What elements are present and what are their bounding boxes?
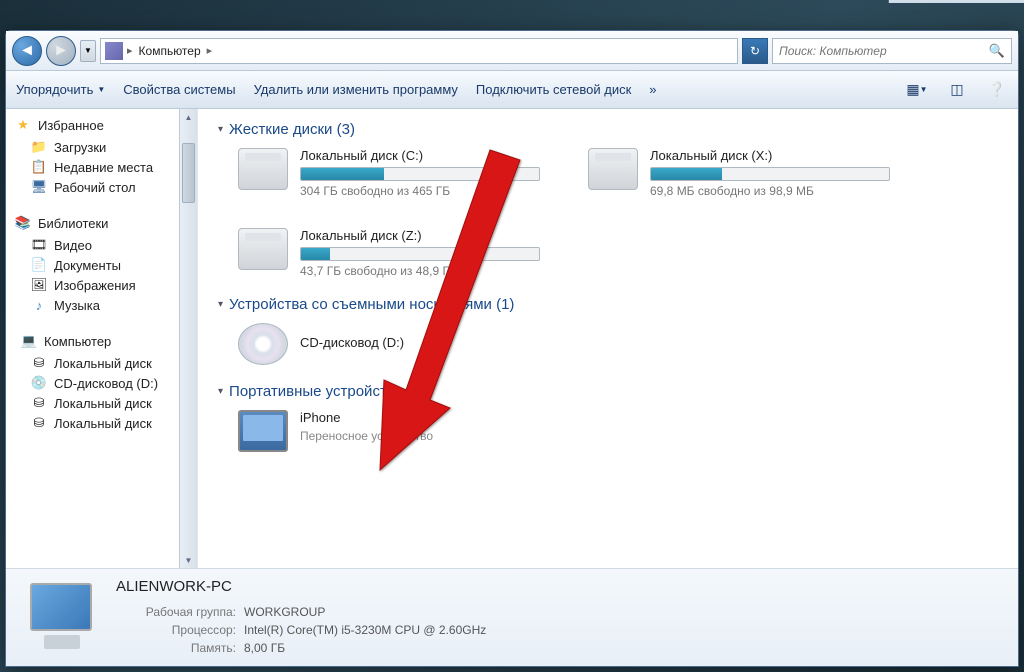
capacity-bar [650,167,890,181]
image-icon: 🖼 [30,277,48,293]
collapse-icon: ▾ [218,299,223,310]
music-icon: ♪ [30,297,48,313]
workgroup-label: Рабочая группа: [116,603,236,621]
collapse-icon: ▾ [218,124,223,135]
drive-free-text: 304 ГБ свободно из 465 ГБ [300,184,558,198]
drive-free-text: 43,7 ГБ свободно из 48,9 ГБ [300,264,558,278]
recent-icon: 📋 [30,159,48,175]
nav-bar: ◄ ► ▼ ▸ Компьютер ▸ ↻ 🔍 [6,31,1018,71]
section-hard-drives[interactable]: ▾Жесткие диски (3) [218,121,998,138]
breadcrumb-sep: ▸ [127,44,133,57]
drive-cd[interactable]: CD-дисковод (D:) [238,323,558,365]
libraries-group[interactable]: 📚Библиотеки [14,211,197,235]
cpu-label: Процессор: [116,621,236,639]
drive-x[interactable]: Локальный диск (X:) 69,8 МБ свободно из … [588,148,908,198]
scroll-down-icon[interactable]: ▼ [180,552,197,568]
breadcrumb-computer[interactable]: Компьютер [137,44,203,58]
window-titlebar: ─ ☐ ✕ [888,0,1024,3]
explorer-window: ◄ ► ▼ ▸ Компьютер ▸ ↻ 🔍 Упорядочить▼ Сво… [5,30,1019,667]
sidebar-images[interactable]: 🖼Изображения [14,275,197,295]
ram-label: Память: [116,639,236,657]
video-icon: 🎞 [30,237,48,253]
computer-group[interactable]: 💻Компьютер [14,329,197,353]
help-icon[interactable]: ❔ [986,79,1008,101]
hdd-icon [588,148,638,190]
address-bar[interactable]: ▸ Компьютер ▸ [100,38,738,64]
device-subtitle: Переносное устройство [300,429,558,443]
nav-history-dropdown[interactable]: ▼ [80,40,96,62]
drive-c[interactable]: Локальный диск (C:) 304 ГБ свободно из 4… [238,148,558,198]
sidebar-desktop[interactable]: 🖥Рабочий стол [14,177,197,197]
cd-icon: 💿 [30,375,48,391]
drive-label: Локальный диск (Z:) [300,228,558,243]
breadcrumb-sep: ▸ [207,44,213,57]
scroll-thumb[interactable] [182,143,195,203]
capacity-bar [300,247,540,261]
preview-pane-icon[interactable]: ◫ [946,79,968,101]
sidebar-local-disk[interactable]: ⛁Локальный диск [14,413,197,433]
forward-button[interactable]: ► [46,36,76,66]
drive-label: CD-дисковод (D:) [300,335,558,350]
computer-icon: 💻 [20,332,38,350]
desktop-icon: 🖥 [30,179,48,195]
computer-large-icon [22,579,100,657]
sidebar-recent[interactable]: 📋Недавние места [14,157,197,177]
sidebar-downloads[interactable]: 📁Загрузки [14,137,197,157]
sidebar-scrollbar[interactable]: ▲ ▼ [179,109,197,568]
sidebar-local-disk[interactable]: ⛁Локальный диск [14,353,197,373]
scroll-up-icon[interactable]: ▲ [180,109,197,125]
chevron-down-icon: ▼ [97,85,105,94]
section-portable[interactable]: ▾Портативные устройства (1) [218,383,998,400]
refresh-button[interactable]: ↻ [742,38,768,64]
details-pane: ALIENWORK-PC Рабочая группа: WORKGROUP Пр… [6,568,1018,666]
navigation-pane: ★Избранное 📁Загрузки 📋Недавние места 🖥Ра… [6,109,198,568]
search-icon: 🔍 [989,43,1005,59]
workgroup-value: WORKGROUP [244,603,325,621]
collapse-icon: ▾ [218,386,223,397]
toolbar-overflow[interactable]: » [649,82,656,97]
back-button[interactable]: ◄ [12,36,42,66]
content-pane: ▾Жесткие диски (3) Локальный диск (C:) 3… [198,109,1018,568]
device-icon [238,410,288,452]
toolbar: Упорядочить▼ Свойства системы Удалить ил… [6,71,1018,109]
sidebar-local-disk[interactable]: ⛁Локальный диск [14,393,197,413]
computer-icon [105,42,123,60]
device-iphone[interactable]: iPhone Переносное устройство [238,410,558,452]
section-removable[interactable]: ▾Устройства со съемными носителями (1) [218,296,998,313]
drive-icon: ⛁ [30,355,48,371]
cpu-value: Intel(R) Core(TM) i5-3230M CPU @ 2.60GHz [244,621,486,639]
system-properties-button[interactable]: Свойства системы [123,82,235,97]
search-box[interactable]: 🔍 [772,38,1012,64]
hdd-icon [238,228,288,270]
capacity-bar [300,167,540,181]
drive-free-text: 69,8 МБ свободно из 98,9 МБ [650,184,908,198]
search-input[interactable] [779,44,989,58]
map-network-drive-button[interactable]: Подключить сетевой диск [476,82,631,97]
ram-value: 8,00 ГБ [244,639,285,657]
view-options-icon[interactable]: ▦▼ [906,79,928,101]
drive-z[interactable]: Локальный диск (Z:) 43,7 ГБ свободно из … [238,228,558,278]
document-icon: 📄 [30,257,48,273]
star-icon: ★ [14,116,32,134]
uninstall-program-button[interactable]: Удалить или изменить программу [254,82,458,97]
device-label: iPhone [300,410,558,425]
folder-icon: 📁 [30,139,48,155]
cd-icon [238,323,288,365]
drive-icon: ⛁ [30,415,48,431]
pc-name: ALIENWORK-PC [116,578,486,595]
sidebar-documents[interactable]: 📄Документы [14,255,197,275]
drive-label: Локальный диск (C:) [300,148,558,163]
favorites-group[interactable]: ★Избранное [14,113,197,137]
sidebar-video[interactable]: 🎞Видео [14,235,197,255]
drive-icon: ⛁ [30,395,48,411]
hdd-icon [238,148,288,190]
sidebar-music[interactable]: ♪Музыка [14,295,197,315]
drive-label: Локальный диск (X:) [650,148,908,163]
organize-menu[interactable]: Упорядочить▼ [16,82,105,97]
library-icon: 📚 [14,214,32,232]
sidebar-cd-drive[interactable]: 💿CD-дисковод (D:) [14,373,197,393]
